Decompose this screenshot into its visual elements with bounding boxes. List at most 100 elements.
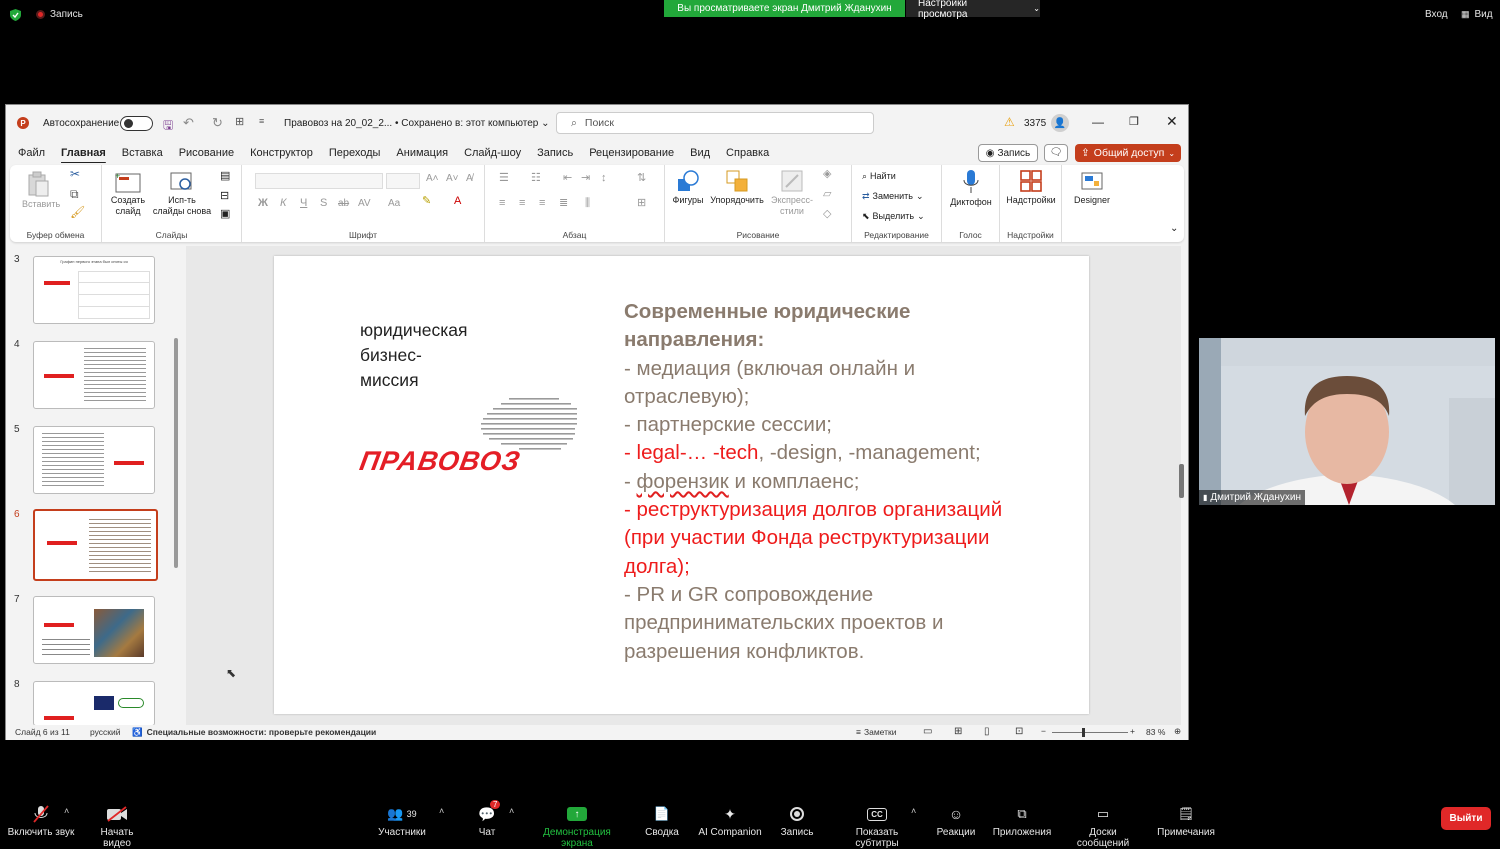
summary-button[interactable]: 📄 Сводка (644, 804, 680, 838)
quick-styles-button[interactable]: Экспресс-стили (769, 169, 815, 217)
slide-thumbnail-4[interactable] (33, 341, 155, 409)
shapes-button[interactable]: Фигуры (671, 169, 705, 206)
reset-icon[interactable]: ⊟ (220, 191, 229, 202)
close-icon[interactable]: ✕ (1166, 113, 1178, 130)
menu-file[interactable]: Файл (10, 141, 53, 165)
record-button[interactable]: ◉ Запись (978, 144, 1038, 162)
accessibility-status[interactable]: ♿ Специальные возможности: проверьте реко… (132, 727, 376, 738)
ai-companion-button[interactable]: ✦ AI Companion (698, 804, 762, 839)
captions-button[interactable]: CC Показать субтитры (834, 804, 920, 849)
smartart-icon[interactable]: ⊞ (637, 198, 646, 209)
chevron-up-icon[interactable]: ˄ (439, 806, 444, 816)
apps-button[interactable]: ⧉ Приложения (992, 804, 1052, 838)
chevron-up-icon[interactable]: ˄ (509, 806, 514, 816)
align-right-icon[interactable]: ≡ (539, 198, 545, 209)
menu-design[interactable]: Конструктор (242, 141, 321, 165)
normal-view-icon[interactable]: ▭ (923, 726, 932, 737)
zoom-out-icon[interactable]: − (1041, 726, 1046, 736)
participant-video-tile[interactable]: ▮ Дмитрий Жданухин (1199, 338, 1495, 505)
filename[interactable]: Правовоз на 20_02_2... • Сохранено в: эт… (284, 118, 550, 129)
menu-transitions[interactable]: Переходы (321, 141, 389, 165)
clear-format-icon[interactable]: A̸ (466, 173, 473, 184)
start-video-button[interactable]: Начать видео (86, 804, 148, 849)
share-screen-button[interactable]: ↑ Демонстрация экрана (528, 804, 626, 849)
fit-slide-icon[interactable]: ⊕ (1174, 726, 1181, 737)
slide-thumbnail-7[interactable] (33, 596, 155, 664)
security-shield-icon[interactable] (10, 9, 21, 21)
justify-icon[interactable]: ≣ (559, 198, 568, 209)
select-button[interactable]: ⬉ Выделить ⌄ (862, 211, 925, 222)
underline-icon[interactable]: Ч (300, 198, 307, 209)
font-grow-icon[interactable]: A˄ (426, 173, 439, 184)
undo-icon[interactable]: ↶ (183, 115, 194, 131)
slide-sorter-icon[interactable]: ⊞ (954, 726, 962, 737)
text-direction-icon[interactable]: ⇅ (637, 173, 646, 184)
cut-icon[interactable]: ✂ (70, 168, 80, 180)
notes-button[interactable]: ≡ Заметки (856, 727, 896, 737)
redo-icon[interactable]: ↻ (212, 115, 223, 131)
slide-thumbnail-6-selected[interactable] (33, 509, 158, 581)
record-meeting-button[interactable]: Запись (779, 804, 815, 838)
shadow-icon[interactable]: S (320, 198, 327, 209)
restore-icon[interactable]: ❐ (1129, 115, 1139, 128)
designer-button[interactable]: Designer (1068, 169, 1116, 206)
format-painter-icon[interactable]: 🖌 (70, 206, 85, 218)
account-avatar-icon[interactable]: 👤 (1051, 114, 1069, 132)
search-box[interactable]: ⌕ Поиск (556, 112, 874, 134)
font-color-icon[interactable]: A (454, 196, 461, 207)
chevron-up-icon[interactable]: ˄ (911, 806, 916, 816)
change-case-icon[interactable]: Aa (388, 198, 400, 209)
thumbs-scrollbar[interactable] (174, 338, 178, 568)
slide-canvas[interactable]: юридическая бизнес- миссия ПРАВОВОЗ Совр… (274, 256, 1089, 714)
share-button[interactable]: ⇪ Общий доступ ⌄ (1075, 144, 1181, 162)
slide-thumbnail-8[interactable] (33, 681, 155, 726)
align-center-icon[interactable]: ≡ (519, 198, 525, 209)
zoom-in-icon[interactable]: + (1130, 726, 1135, 736)
shape-fill-icon[interactable]: ◈ (823, 169, 831, 180)
save-icon[interactable]: 🖫 (163, 116, 173, 137)
zoom-slider-thumb[interactable] (1082, 728, 1085, 737)
shape-effects-icon[interactable]: ◇ (823, 209, 831, 220)
customize-toolbar-icon[interactable]: ≡ (259, 116, 264, 126)
login-button[interactable]: Вход (1425, 9, 1448, 20)
layout-icon[interactable]: ▤ (220, 171, 230, 182)
menu-insert[interactable]: Вставка (114, 141, 171, 165)
whiteboards-button[interactable]: ▭ Доски сообщений (1062, 804, 1144, 849)
align-left-icon[interactable]: ≡ (499, 198, 505, 209)
bold-icon[interactable]: Ж (258, 198, 268, 209)
menu-view[interactable]: Вид (682, 141, 718, 165)
reactions-button[interactable]: ☺ Реакции (935, 804, 977, 838)
menu-slideshow[interactable]: Слайд-шоу (456, 141, 529, 165)
autosave-toggle[interactable] (120, 116, 153, 131)
zoom-level[interactable]: 83 % (1146, 727, 1165, 737)
line-spacing-icon[interactable]: ↕ (601, 173, 607, 184)
editor-scrollbar[interactable] (1179, 464, 1184, 498)
menu-home[interactable]: Главная (53, 141, 114, 165)
slide-thumbnail-5[interactable] (33, 426, 155, 494)
slideshow-start-icon[interactable]: ⊞ (235, 115, 244, 128)
menu-animations[interactable]: Анимация (388, 141, 456, 165)
recording-indicator[interactable]: Запись (36, 9, 83, 20)
columns-icon[interactable]: ⫼ (585, 198, 590, 209)
participants-button[interactable]: 👥 39 Участники (374, 804, 430, 838)
reuse-slides-button[interactable]: Исп-ть слайды снова (152, 171, 212, 217)
italic-icon[interactable]: К (280, 198, 286, 209)
font-name-select[interactable] (255, 173, 383, 189)
highlight-icon[interactable]: ✎ (422, 196, 431, 207)
menu-draw[interactable]: Рисование (171, 141, 242, 165)
reading-view-icon[interactable]: ▯ (984, 726, 990, 737)
warning-icon[interactable]: ⚠ (1004, 115, 1015, 129)
spacing-icon[interactable]: AV (358, 198, 371, 209)
slide-thumbnail-3[interactable]: Графин первого этапа был сняты ся (33, 256, 155, 324)
bullets-icon[interactable]: ☰ (499, 173, 509, 184)
find-button[interactable]: ⌕ Найти (862, 171, 896, 182)
notes-button-zoom[interactable]: 🗒 Примечания (1157, 804, 1215, 838)
arrange-button[interactable]: Упорядочить (709, 169, 765, 206)
leave-button[interactable]: Выйти (1441, 807, 1491, 830)
font-size-select[interactable] (386, 173, 420, 189)
menu-review[interactable]: Рецензирование (581, 141, 682, 165)
zoom-slider[interactable] (1052, 728, 1128, 737)
dictate-button[interactable]: Диктофон (946, 169, 996, 208)
strikethrough-icon[interactable]: ab (338, 198, 349, 209)
paste-button[interactable]: Вставить (22, 171, 60, 210)
